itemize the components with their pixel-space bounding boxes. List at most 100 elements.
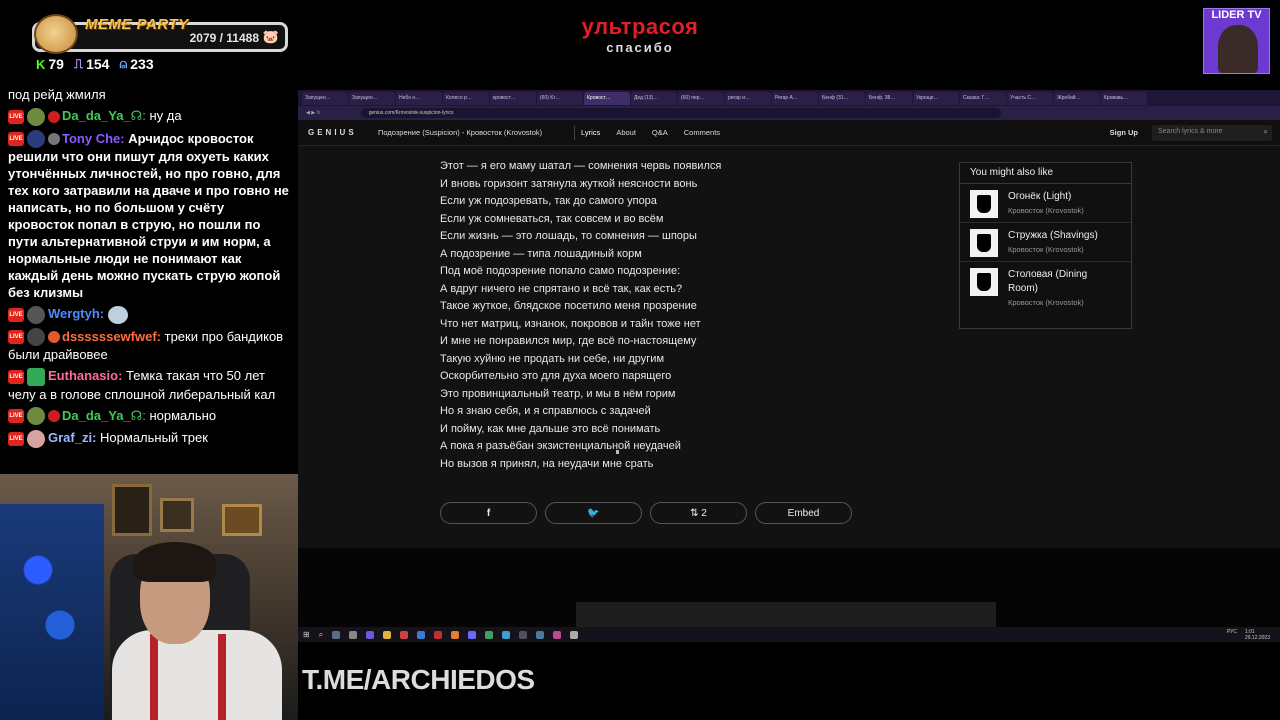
browser-tab[interactable]: (60) пер… — [678, 91, 724, 105]
also-like-item[interactable]: Огонёк (Light) Кровосток (Krovostok) — [960, 184, 1131, 223]
embed-button[interactable]: Embed — [755, 502, 852, 524]
nav-about[interactable]: About — [616, 128, 636, 137]
live-badge: LIVE — [8, 330, 24, 345]
app-icon[interactable] — [485, 630, 494, 639]
lyric-line: Такое жуткое, блядское посетило меня про… — [440, 300, 697, 312]
reload-icon[interactable]: ↻ — [317, 110, 321, 116]
browser-tab[interactable]: Дед (13)… — [631, 91, 677, 105]
live-badge: LIVE — [8, 307, 24, 322]
live-badge: LIVE — [8, 431, 24, 446]
badge-icon — [48, 133, 60, 146]
app-icon[interactable] — [349, 630, 358, 639]
kick-stat: K 79 — [36, 56, 64, 72]
search-icon[interactable]: ⌕ — [319, 630, 323, 640]
alert-main: ультрасоя — [581, 14, 699, 39]
browser-tab[interactable]: Регар А… — [772, 91, 818, 105]
app-icon[interactable] — [451, 630, 460, 639]
browser-tab[interactable]: кровост… — [490, 91, 536, 105]
app-icon[interactable] — [536, 630, 545, 639]
nav-lyrics[interactable]: Lyrics — [581, 128, 600, 137]
live-badge: LIVE — [8, 132, 24, 147]
chat-username[interactable]: dssssssewfwef: — [62, 329, 161, 344]
system-tray: РУС 1:01 29.12.2023 — [1227, 629, 1270, 641]
app-icon[interactable] — [400, 630, 409, 639]
lyric-line: Такую хуйню не продать ни себе, ни други… — [440, 352, 665, 365]
avatar — [27, 429, 45, 448]
upvote-button[interactable]: ⇅ 2 — [650, 502, 747, 524]
app-icon[interactable] — [570, 630, 579, 639]
app-icon[interactable] — [434, 630, 443, 639]
browser-tab[interactable]: Укроще… — [913, 91, 959, 105]
chat-username[interactable]: Wergtyh: — [48, 306, 104, 321]
nav-comments[interactable]: Comments — [684, 128, 720, 137]
chat-username[interactable]: Tony Che: — [62, 131, 125, 146]
app-icon[interactable] — [417, 630, 426, 639]
chat-username[interactable]: Euthanasio: — [48, 368, 122, 383]
app-icon[interactable] — [332, 630, 341, 639]
sign-up-link[interactable]: Sign Up — [1110, 128, 1138, 137]
windows-start-icon[interactable]: ⊞ — [303, 630, 310, 639]
browser-tab[interactable]: регар и… — [725, 91, 771, 105]
pig-icon: 🐷 — [262, 29, 279, 44]
christmas-tree — [0, 504, 104, 720]
browser-tab[interactable]: Кровавь… — [1101, 91, 1147, 105]
app-icon[interactable] — [468, 630, 477, 639]
lyric-line: И мне не понравился мир, где всё по-наст… — [440, 335, 697, 347]
wall-frame — [222, 504, 262, 536]
tab-strip: Запущен… Запущен… Небо н… Колесо р… кров… — [298, 90, 1280, 106]
app-icon[interactable] — [366, 630, 375, 639]
upvote-icon: ⇅ — [690, 507, 699, 519]
hoodie-stripe — [218, 634, 226, 720]
facebook-share-button[interactable]: f — [440, 502, 537, 524]
badge-icon — [48, 110, 60, 123]
lyrics-body: Этот — я его маму шатал — сомнения червь… — [440, 158, 800, 473]
wall-frame — [112, 484, 152, 536]
folder-icon[interactable] — [383, 630, 392, 639]
chat-username[interactable]: Graf_zi: — [48, 430, 96, 445]
forward-icon[interactable]: ▶ — [311, 110, 315, 116]
browser-tab[interactable]: Сказка: Г… — [960, 91, 1006, 105]
lyric-line: Если уж сомневаться, так совсем и во всё… — [440, 212, 664, 225]
browser-tab[interactable]: (60) Kr… — [537, 91, 583, 105]
live-badge: LIVE — [8, 109, 24, 124]
avatar — [27, 130, 45, 149]
ad-placeholder — [576, 602, 996, 628]
browser-tab[interactable]: Участь С… — [1007, 91, 1053, 105]
chat-username[interactable]: Da_da_Ya_ — [62, 108, 131, 123]
lider-tv-title: LIDER TV — [1211, 9, 1262, 21]
browser-tab[interactable]: Бенф, 38… — [866, 91, 912, 105]
twitch-icon: ⎍ — [73, 56, 84, 71]
tray-clock[interactable]: 1:01 29.12.2023 — [1245, 629, 1270, 641]
browser-tab[interactable]: Запущен… — [302, 91, 348, 105]
meme-party-count: 2079 / 11488 — [189, 31, 259, 45]
browser-tab-active[interactable]: Кровост… — [584, 91, 630, 105]
search-input[interactable]: Search lyrics & more ⌕ — [1152, 124, 1272, 141]
also-like-item[interactable]: Столовая (Dining Room) Кровосток (Krovost… — [960, 262, 1131, 311]
browser-tab[interactable]: Небо н… — [396, 91, 442, 105]
app-icon[interactable] — [553, 630, 562, 639]
nav-qa[interactable]: Q&A — [652, 128, 668, 137]
also-like-item[interactable]: Стружка (Shavings) Кровосток (Krovostok) — [960, 223, 1131, 262]
browser-tab[interactable]: Запущен… — [349, 91, 395, 105]
browser-tab[interactable]: Колесо р… — [443, 91, 489, 105]
back-icon[interactable]: ◀ — [306, 110, 310, 116]
app-icon[interactable] — [519, 630, 528, 639]
avatar-image — [1218, 25, 1258, 73]
chat-text: под рейд жмиля — [8, 87, 106, 102]
song-thumbnail — [970, 229, 998, 257]
app-icon[interactable] — [502, 630, 511, 639]
tray-language[interactable]: РУС — [1227, 629, 1237, 641]
url-field[interactable]: genius.com/Krovostok-suspicion-lyrics — [360, 108, 1001, 118]
alert-headline: ультрасоя спасибо — [540, 14, 740, 55]
twitter-icon: 🐦 — [587, 507, 600, 519]
song-thumbnail — [970, 268, 998, 296]
search-icon: ⌕ — [1263, 126, 1268, 136]
genius-header: GENIUS Подозрение (Suspicion) - Кровосто… — [298, 120, 1280, 146]
browser-tab[interactable]: Жребий… — [1054, 91, 1100, 105]
chat-username[interactable]: Da_da_Ya_ — [62, 408, 131, 423]
genius-logo[interactable]: GENIUS — [308, 128, 378, 137]
lyric-line: И вновь горизонт затянула жуткой неяснос… — [440, 177, 698, 190]
twitter-share-button[interactable]: 🐦 — [545, 502, 642, 524]
browser-tab[interactable]: Бенф (31… — [819, 91, 865, 105]
chat-message: LIVE Da_da_Ya_☊: нормально — [0, 405, 298, 428]
